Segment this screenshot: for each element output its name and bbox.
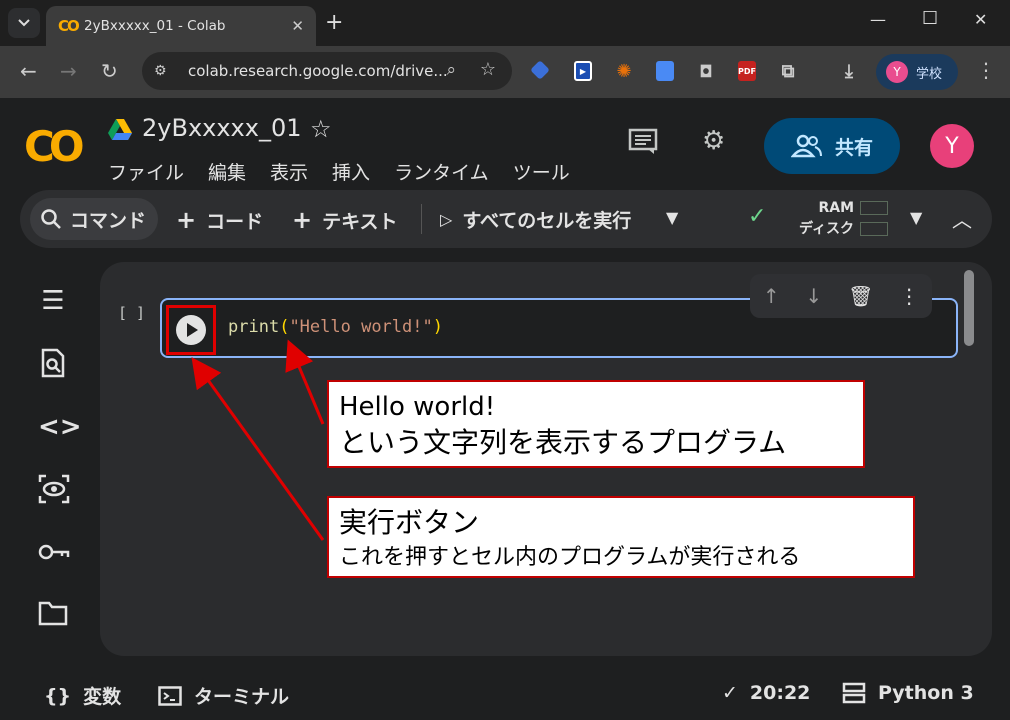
execution-time: 20:22 (749, 682, 811, 704)
variables-label: 変数 (83, 686, 122, 708)
runtime-label: Python 3 (878, 682, 974, 704)
variables-button[interactable]: {} 変数 (44, 682, 121, 709)
check-icon: ✓ (722, 682, 738, 704)
arrow-to-code (285, 339, 325, 425)
run-button-callout: 実行ボタン これを押すとセル内のプログラムが実行される (327, 496, 915, 578)
annotation-arrows (191, 339, 325, 541)
execution-status[interactable]: ✓ 20:22 (722, 682, 810, 704)
callout2-line1: 実行ボタン (339, 506, 480, 539)
code-explanation-callout: Hello world! という文字列を表示するプログラム (327, 380, 865, 468)
braces-icon: {} (44, 684, 72, 707)
terminal-icon (158, 685, 182, 706)
status-bar: {} 変数 ターミナル ✓ 20:22 Python 3 (0, 668, 1010, 720)
callout1-line1: Hello world! (339, 392, 496, 422)
callout2-line2: これを押すとセル内のプログラムが実行される (339, 545, 801, 570)
terminal-button[interactable]: ターミナル (158, 682, 289, 709)
terminal-label: ターミナル (194, 686, 290, 708)
server-icon (842, 682, 866, 704)
arrow-to-run-button (191, 357, 325, 541)
callout1-line2: という文字列を表示するプログラム (339, 426, 787, 459)
runtime-button[interactable]: Python 3 (842, 682, 974, 704)
